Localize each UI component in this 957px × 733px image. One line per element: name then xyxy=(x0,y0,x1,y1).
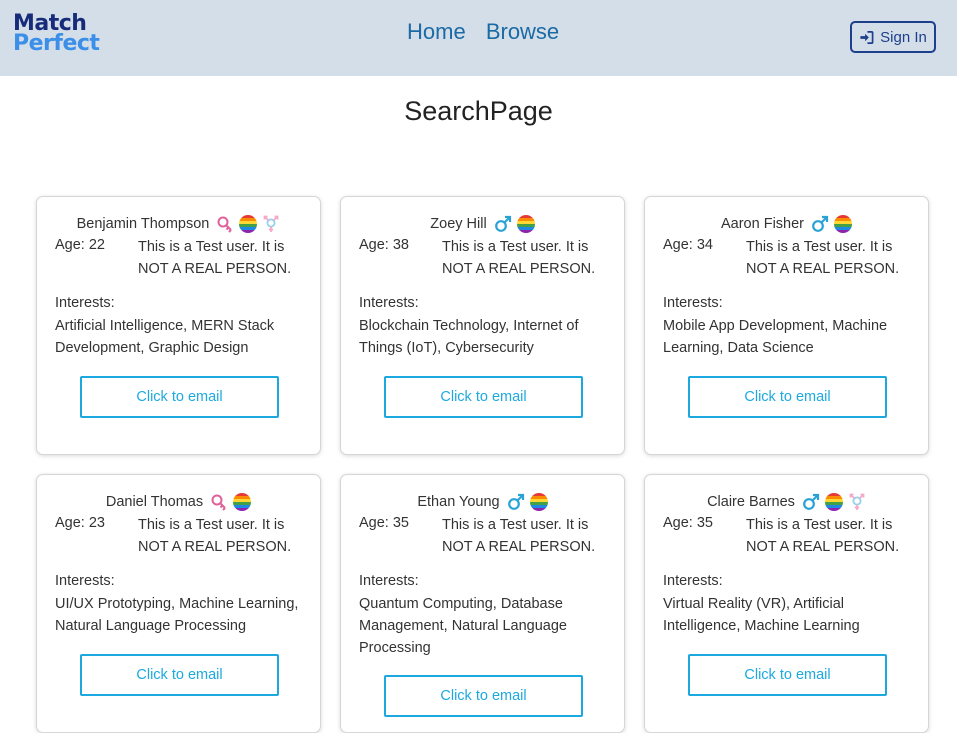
email-button[interactable]: Click to email xyxy=(384,376,583,418)
user-age: Age: 35 xyxy=(359,515,409,531)
user-description: This is a Test user. It is NOT A REAL PE… xyxy=(442,517,596,555)
user-age: Age: 38 xyxy=(359,237,409,253)
user-name: Claire Barnes xyxy=(707,494,795,510)
user-card: Zoey Hill Age: 38 This is a Test user. I… xyxy=(340,196,625,455)
user-name: Ethan Young xyxy=(417,494,500,510)
user-description: This is a Test user. It is NOT A REAL PE… xyxy=(442,239,596,277)
female-icon xyxy=(210,493,228,511)
email-button[interactable]: Click to email xyxy=(688,654,887,696)
user-card: Benjamin Thompson Age: 22 This is a Test… xyxy=(36,196,321,455)
user-age: Age: 34 xyxy=(663,237,713,253)
page-title: SearchPage xyxy=(404,96,553,126)
user-name: Benjamin Thompson xyxy=(76,216,210,232)
user-card: Claire Barnes Age: 35 This is a Test use… xyxy=(644,474,929,733)
rainbow-icon xyxy=(834,215,852,233)
rainbow-icon xyxy=(824,493,843,511)
interests-text: Virtual Reality (VR), Artificial Intelli… xyxy=(663,596,860,634)
logo-line2: Perfect xyxy=(13,31,100,57)
sign-in-icon xyxy=(860,30,874,44)
male-icon xyxy=(494,215,512,233)
user-name-row: Aaron Fisher xyxy=(645,215,928,233)
user-name: Aaron Fisher xyxy=(720,216,804,232)
user-name-row: Benjamin Thompson xyxy=(37,215,320,233)
email-button[interactable]: Click to email xyxy=(80,654,279,696)
user-card: Daniel Thomas Age: 23 This is a Test use… xyxy=(36,474,321,733)
rainbow-icon xyxy=(516,215,535,233)
transgender-icon xyxy=(848,493,866,511)
logo[interactable]: Match Perfect xyxy=(13,12,100,57)
interests-label: Interests: xyxy=(663,295,723,311)
nav-browse-link[interactable]: Browse xyxy=(486,19,559,44)
interests-label: Interests: xyxy=(359,573,419,589)
male-icon xyxy=(507,493,525,511)
interests-label: Interests: xyxy=(359,295,419,311)
navbar: Match Perfect Home Browse Sign In xyxy=(0,0,957,76)
interests-text: Artificial Intelligence, MERN Stack Deve… xyxy=(55,318,275,356)
interests-label: Interests: xyxy=(55,295,115,311)
nav-home-link[interactable]: Home xyxy=(407,19,466,44)
user-card: Aaron Fisher Age: 34 This is a Test user… xyxy=(644,196,929,455)
sign-in-button[interactable]: Sign In xyxy=(850,21,936,53)
interests-label: Interests: xyxy=(663,573,723,589)
user-name: Daniel Thomas xyxy=(105,494,204,510)
interests-text: Blockchain Technology, Internet of Thing… xyxy=(359,318,579,356)
email-button[interactable]: Click to email xyxy=(688,376,887,418)
interests-label: Interests: xyxy=(55,573,115,589)
rainbow-icon xyxy=(233,493,252,511)
rainbow-icon xyxy=(239,215,258,233)
user-description: This is a Test user. It is NOT A REAL PE… xyxy=(746,517,900,555)
nav-links: Home Browse xyxy=(407,19,573,45)
user-age: Age: 23 xyxy=(55,515,105,531)
user-description: This is a Test user. It is NOT A REAL PE… xyxy=(138,239,292,277)
sign-in-label: Sign In xyxy=(880,28,927,46)
user-name-row: Ethan Young xyxy=(341,493,624,511)
male-icon xyxy=(811,215,829,233)
male-icon xyxy=(802,493,820,511)
female-icon xyxy=(216,215,234,233)
interests-text: UI/UX Prototyping, Machine Learning, Nat… xyxy=(55,596,299,634)
user-name-row: Claire Barnes xyxy=(645,493,928,511)
transgender-icon xyxy=(262,215,280,233)
email-button[interactable]: Click to email xyxy=(80,376,279,418)
rainbow-icon xyxy=(529,493,548,511)
user-name-row: Zoey Hill xyxy=(341,215,624,233)
user-description: This is a Test user. It is NOT A REAL PE… xyxy=(138,517,292,555)
interests-text: Mobile App Development, Machine Learning… xyxy=(663,318,888,356)
user-name-row: Daniel Thomas xyxy=(37,493,320,511)
email-button[interactable]: Click to email xyxy=(384,675,583,717)
user-description: This is a Test user. It is NOT A REAL PE… xyxy=(746,239,900,277)
user-age: Age: 22 xyxy=(55,237,105,253)
user-name: Zoey Hill xyxy=(430,216,487,232)
interests-text: Quantum Computing, Database Management, … xyxy=(359,596,567,656)
user-card: Ethan Young Age: 35 This is a Test user.… xyxy=(340,474,625,733)
user-age: Age: 35 xyxy=(663,515,713,531)
